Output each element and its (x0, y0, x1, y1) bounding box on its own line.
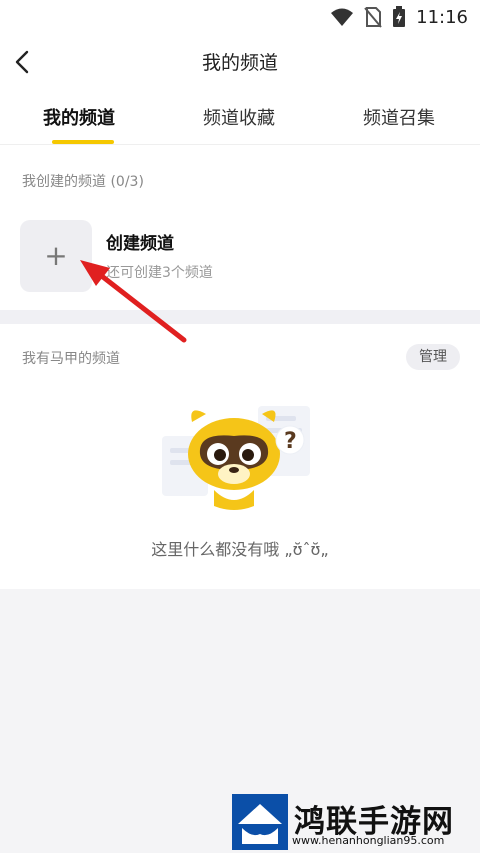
battery-charging-icon (393, 6, 406, 27)
watermark-url: www.henanhonglian95.com (292, 834, 445, 847)
empty-state-text: 这里什么都没有哦 „ʊ̆ˆʊ̆„ (151, 540, 329, 559)
app-bar: 我的频道 (0, 36, 480, 88)
create-channel-subtitle: 还可创建3个频道 (106, 265, 213, 281)
status-bar: 11:16 (0, 0, 480, 36)
tab-channel-recruit[interactable]: 频道召集 (363, 104, 435, 130)
watermark-logo (232, 794, 288, 850)
alias-channels-section: 我有马甲的频道 管理 ? 这里什么都没有哦 „ʊ̆ˆʊ̆„ (0, 324, 480, 589)
svg-text:?: ? (284, 429, 297, 454)
tab-channel-favorites[interactable]: 频道收藏 (203, 104, 275, 130)
alias-channels-label: 我有马甲的频道 (22, 351, 120, 367)
page-title: 我的频道 (201, 52, 278, 74)
tab-my-channels[interactable]: 我的频道 (43, 104, 115, 130)
status-icons: 11:16 (330, 6, 468, 28)
plus-icon: + (44, 239, 68, 272)
wifi-icon (331, 8, 354, 26)
created-channels-section: 我创建的频道 (0/3) + 创建频道 还可创建3个频道 (0, 145, 480, 310)
create-channel-button[interactable]: + (20, 220, 92, 292)
section-divider (0, 310, 480, 324)
site-watermark: 鸿联手游网 www.henanhonglian95.com (232, 794, 472, 850)
no-sim-icon (364, 7, 382, 28)
clock: 11:16 (416, 6, 468, 28)
manage-button[interactable]: 管理 (406, 344, 460, 370)
created-channels-label: 我创建的频道 (0/3) (22, 174, 144, 190)
empty-state-mascot-illustration: ? (162, 406, 310, 510)
active-tab-indicator (52, 140, 114, 144)
create-channel-title[interactable]: 创建频道 (106, 229, 174, 254)
tab-bar: 我的频道 频道收藏 频道召集 (0, 88, 480, 145)
